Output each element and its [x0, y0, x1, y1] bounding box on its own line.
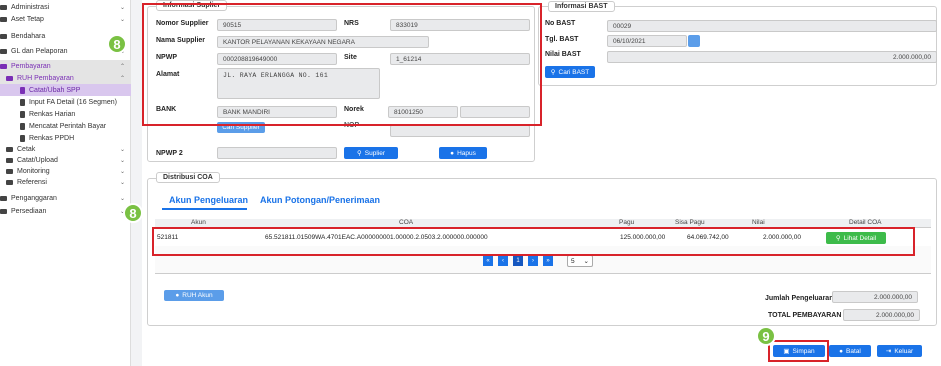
suplier-button[interactable]: ⚲ Suplier [344, 147, 398, 159]
app-window: Administrasi⌄ Aset Tetap⌄ Bendahara⌄ GL … [0, 0, 941, 366]
document-icon [20, 110, 25, 118]
header-detail-coa: Detail COA [849, 219, 882, 226]
sidebar-item-ruh-pembayaran[interactable]: RUH Pembayaran ⌃ [0, 72, 131, 84]
npwp2-field[interactable] [217, 147, 337, 159]
bast-panel [538, 6, 937, 86]
calendar-icon[interactable] [688, 35, 700, 47]
page-1-button[interactable]: 1 [513, 256, 523, 266]
header-sisa-pagu: Sisa Pagu [675, 219, 705, 226]
first-page-button[interactable]: « [483, 256, 493, 266]
chevron-up-icon: ⌃ [119, 75, 125, 82]
highlight-simpan [768, 340, 829, 362]
folder-open-icon [0, 63, 7, 69]
keluar-button[interactable]: ⇥ Keluar [877, 345, 922, 357]
folder-icon [0, 16, 7, 22]
highlight-coa-row [152, 227, 915, 256]
nop-field[interactable] [390, 125, 530, 137]
tab-akun-pengeluaran[interactable]: Akun Pengeluaran [169, 195, 248, 205]
highlight-supplier [142, 3, 542, 126]
content-gutter [131, 0, 142, 366]
batal-button[interactable]: ● Batal [829, 345, 871, 357]
document-icon [20, 134, 25, 142]
chevron-up-icon: ⌃ [119, 63, 125, 70]
tab-akun-potongan[interactable]: Akun Potongan/Penerimaan [260, 195, 380, 205]
bast-legend: Informasi BAST [548, 1, 615, 12]
folder-icon [6, 168, 13, 174]
folder-icon [0, 208, 7, 214]
last-page-button[interactable]: » [543, 256, 553, 266]
chevron-down-icon: ⌄ [119, 4, 125, 11]
document-icon [20, 98, 25, 106]
npwp2-label: NPWP 2 [156, 150, 183, 157]
sidebar-item-administrasi[interactable]: Administrasi ⌄ [0, 1, 131, 13]
sidebar: Administrasi⌄ Aset Tetap⌄ Bendahara⌄ GL … [0, 0, 131, 366]
sidebar-item-referensi[interactable]: Referensi ⌄ [0, 176, 131, 188]
cancel-icon: ● [839, 347, 844, 355]
header-pagu: Pagu [619, 219, 635, 226]
sidebar-item-penganggaran[interactable]: Penganggaran ⌄ [0, 192, 131, 204]
total-pembayaran-label: TOTAL PEMBAYARAN [768, 312, 842, 319]
prev-page-button[interactable]: ‹ [498, 256, 508, 266]
header-akun: Akun [191, 219, 206, 226]
nilai-bast-field[interactable]: 2.000.000,00 [607, 51, 937, 63]
page-size-select[interactable]: 5 ⌄ [567, 255, 593, 267]
no-bast-label: No BAST [545, 20, 576, 27]
sidebar-item-aset-tetap[interactable]: Aset Tetap ⌄ [0, 13, 131, 25]
search-icon: ⚲ [357, 150, 362, 157]
jumlah-pengeluaran-label: Jumlah Pengeluaran [765, 295, 834, 302]
folder-icon [6, 157, 13, 163]
folder-icon [6, 179, 13, 185]
exit-icon: ⇥ [885, 348, 892, 355]
tgl-bast-label: Tgl. BAST [545, 36, 579, 43]
plus-icon: ● [175, 292, 180, 299]
delete-icon: ● [450, 149, 455, 157]
header-nilai: Nilai [752, 219, 765, 226]
coa-legend: Distribusi COA [156, 172, 220, 183]
hapus-button[interactable]: ● Hapus [439, 147, 487, 159]
folder-icon [0, 48, 7, 54]
sidebar-item-input-fa-detail[interactable]: Input FA Detail (16 Segmen) [0, 96, 131, 108]
step-badge-8: 8 [107, 34, 127, 54]
chevron-down-icon: ⌄ [119, 146, 125, 153]
chevron-down-icon: ⌄ [119, 195, 125, 202]
document-icon [20, 86, 25, 94]
chevron-down-icon: ⌄ [119, 179, 125, 186]
chevron-down-icon: ⌄ [119, 16, 125, 23]
no-bast-field[interactable]: 00029 [607, 20, 937, 32]
chevron-down-icon: ⌄ [583, 258, 589, 265]
folder-icon [0, 33, 7, 39]
main-content: Informasi Suplier Nomor Supplier 90515 N… [142, 0, 941, 366]
folder-icon [0, 4, 7, 10]
folder-icon [0, 195, 7, 201]
sidebar-item-catat-ubah-spp[interactable]: Catat/Ubah SPP [0, 84, 131, 96]
search-icon: ⚲ [550, 69, 556, 76]
nilai-bast-label: Nilai BAST [545, 51, 581, 58]
sidebar-item-mencatat-perintah-bayar[interactable]: Mencatat Perintah Bayar [0, 120, 131, 132]
next-page-button[interactable]: › [528, 256, 538, 266]
sidebar-item-persediaan[interactable]: Persediaan⌄ [0, 205, 131, 217]
cari-bast-button[interactable]: ⚲ Cari BAST [545, 66, 595, 78]
jumlah-pengeluaran-field[interactable]: 2.000.000,00 [832, 291, 918, 303]
header-coa: COA [399, 219, 414, 226]
document-icon [20, 122, 25, 130]
step-badge-8-row: 8 [123, 203, 143, 223]
ruh-akun-button[interactable]: ● RUH Akun [164, 290, 224, 301]
chevron-down-icon: ⌄ [119, 157, 125, 164]
tgl-bast-field[interactable]: 06/10/2021 [607, 35, 687, 47]
sidebar-item-pembayaran[interactable]: Pembayaran ⌃ [0, 60, 131, 72]
step-badge-9: 9 [756, 326, 776, 346]
chevron-down-icon: ⌄ [119, 168, 125, 175]
folder-icon [6, 146, 13, 152]
total-pembayaran-field[interactable]: 2.000.000,00 [843, 309, 920, 321]
sidebar-item-renkas-harian[interactable]: Renkas Harian [0, 108, 131, 120]
folder-open-icon [6, 75, 13, 81]
active-tab-underline [162, 208, 247, 210]
